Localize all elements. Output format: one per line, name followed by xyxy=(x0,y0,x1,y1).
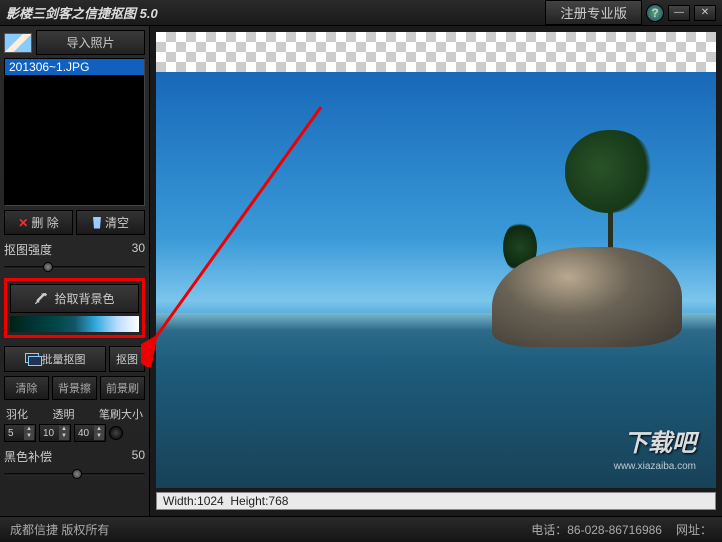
titlebar: 影楼三剑客之信捷抠图 5.0 注册专业版 ? — ✕ xyxy=(0,0,722,26)
cut-button[interactable]: 抠图 xyxy=(109,346,145,372)
bg-erase-button[interactable]: 背景擦 xyxy=(52,376,97,400)
delete-button[interactable]: ✕删 除 xyxy=(4,210,73,235)
opacity-label: 透明 xyxy=(53,406,75,422)
pick-background-button[interactable]: 拾取背景色 xyxy=(10,284,139,313)
brush-stepper[interactable]: 40▲▼ xyxy=(74,424,106,442)
pick-bg-section: 拾取背景色 xyxy=(4,278,145,338)
brush-preview-icon xyxy=(109,426,123,440)
clear-tool-button[interactable]: 清除 xyxy=(4,376,49,400)
x-icon: ✕ xyxy=(18,216,28,230)
phone-info: 电话：86-028-86716986 xyxy=(531,521,662,538)
black-comp-slider[interactable] xyxy=(4,467,145,481)
web-label: 网址： xyxy=(676,521,712,538)
app-title: 影楼三剑客之信捷抠图 5.0 xyxy=(6,3,158,22)
clear-button[interactable]: 清空 xyxy=(76,210,145,235)
watermark-url: www.xiazaiba.com xyxy=(614,461,696,472)
intensity-slider[interactable] xyxy=(4,260,145,274)
file-list[interactable]: 201306~1.JPG xyxy=(4,58,145,206)
black-comp-label: 黑色补偿 xyxy=(4,448,52,465)
batch-cut-button[interactable]: 批量抠图 xyxy=(4,346,106,372)
footer: 成都信捷 版权所有 电话：86-028-86716986 网址： xyxy=(0,516,722,542)
sidebar: 导入照片 201306~1.JPG ✕删 除 清空 抠图强度 30 拾取背景色 … xyxy=(0,26,150,516)
close-button[interactable]: ✕ xyxy=(694,5,716,21)
copyright: 成都信捷 版权所有 xyxy=(10,521,109,538)
minimize-button[interactable]: — xyxy=(668,5,690,21)
watermark: 下载吧 xyxy=(624,423,696,458)
brush-label: 笔刷大小 xyxy=(99,406,143,422)
register-button[interactable]: 注册专业版 xyxy=(545,0,642,25)
trash-icon xyxy=(92,217,102,229)
opacity-stepper[interactable]: 10▲▼ xyxy=(39,424,71,442)
intensity-value: 30 xyxy=(132,241,145,258)
canvas-area: 下载吧 www.xiazaiba.com Width:1024 Height:7… xyxy=(150,26,722,516)
image-preview: 下载吧 www.xiazaiba.com xyxy=(156,72,716,488)
fg-brush-button[interactable]: 前景刷 xyxy=(100,376,145,400)
feather-label: 羽化 xyxy=(6,406,28,422)
intensity-label: 抠图强度 xyxy=(4,241,52,258)
layers-icon xyxy=(25,353,39,365)
thumbnail-icon xyxy=(4,33,32,53)
help-button[interactable]: ? xyxy=(646,4,664,22)
color-gradient-bar[interactable] xyxy=(10,316,139,332)
eyedropper-icon xyxy=(34,292,48,306)
dimension-bar: Width:1024 Height:768 xyxy=(156,492,716,510)
black-comp-value: 50 xyxy=(132,448,145,465)
file-list-item[interactable]: 201306~1.JPG xyxy=(5,59,144,75)
canvas[interactable]: 下载吧 www.xiazaiba.com xyxy=(156,32,716,488)
import-photo-button[interactable]: 导入照片 xyxy=(36,30,145,55)
feather-stepper[interactable]: 5▲▼ xyxy=(4,424,36,442)
